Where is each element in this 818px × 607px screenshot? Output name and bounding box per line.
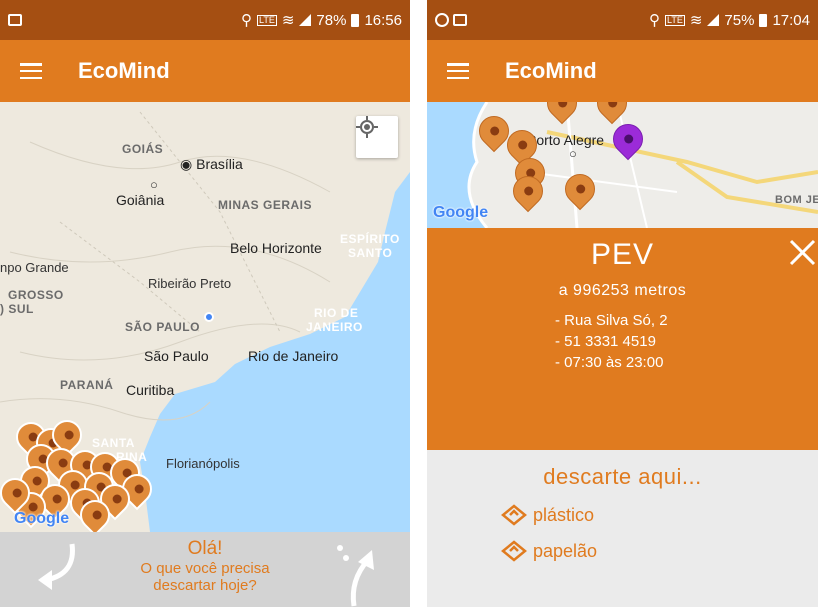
map-label-state: ) SUL bbox=[0, 302, 34, 316]
curved-arrow-left-icon bbox=[38, 543, 75, 590]
hamburger-icon[interactable] bbox=[447, 63, 469, 79]
hamburger-icon[interactable] bbox=[20, 63, 42, 79]
wifi-icon: ≋ bbox=[281, 12, 295, 29]
map-label-state: JANEIRO bbox=[306, 320, 363, 334]
map-label-text: Brasília bbox=[196, 156, 243, 172]
battery-icon bbox=[351, 13, 360, 27]
wifi-icon: ≋ bbox=[689, 12, 703, 29]
status-bar: ⚲ LTE ≋ 78% 16:56 bbox=[0, 0, 410, 40]
my-location-button[interactable] bbox=[356, 116, 398, 158]
recycle-icon bbox=[501, 540, 527, 562]
map-label-state: GROSSO bbox=[8, 288, 64, 302]
map-label-city: Curitiba bbox=[126, 382, 175, 398]
map-label-city: Belo Horizonte bbox=[230, 240, 322, 256]
map-label-state: PARANÁ bbox=[60, 378, 114, 392]
map-label-city: São Paulo bbox=[144, 348, 209, 364]
location-icon: ⚲ bbox=[649, 12, 660, 29]
pev-distance: a 996253 metros bbox=[558, 282, 687, 299]
map-label-city: Porto Alegre bbox=[527, 132, 605, 148]
lte-icon: LTE bbox=[665, 14, 685, 26]
left-phone-screen: ⚲ LTE ≋ 78% 16:56 EcoMind GOIÁS ◉ Brasíl… bbox=[0, 0, 410, 607]
map-label-state: MINAS GERAIS bbox=[218, 198, 313, 212]
map-label-dot: ○ bbox=[150, 177, 158, 192]
app-title: EcoMind bbox=[78, 58, 170, 83]
close-icon[interactable] bbox=[786, 236, 816, 266]
whatsapp-notification-icon bbox=[435, 13, 449, 27]
location-icon: ⚲ bbox=[241, 12, 252, 29]
app-bar: EcoMind bbox=[0, 40, 410, 102]
google-logo: Google bbox=[433, 204, 489, 221]
discard-panel: descarte aqui... plástico papelão bbox=[427, 450, 818, 607]
map-label-state: SÃO PAULO bbox=[125, 320, 200, 334]
map-label-city: BOM JES bbox=[775, 194, 818, 206]
pev-info: - Rua Silva Só, 2 - 51 3331 4519 - 07:30… bbox=[555, 310, 818, 373]
current-location-dot bbox=[204, 312, 214, 322]
lte-icon: LTE bbox=[257, 14, 277, 26]
recycle-icon bbox=[501, 504, 527, 526]
clock: 17:04 bbox=[772, 11, 810, 29]
pev-address: - Rua Silva Só, 2 bbox=[555, 312, 668, 329]
battery-percent: 75% bbox=[724, 11, 755, 29]
map-label-state: RIO DE bbox=[314, 306, 359, 320]
map-label-city: Goiânia bbox=[116, 192, 165, 208]
battery-icon bbox=[759, 13, 768, 27]
map-label-dot: ○ bbox=[569, 146, 577, 161]
google-logo: Google bbox=[14, 510, 70, 527]
battery-percent: 78% bbox=[316, 11, 347, 29]
discard-item-label: plástico bbox=[533, 504, 595, 525]
map-label-state: GOIÁS bbox=[122, 142, 164, 156]
my-location-icon bbox=[356, 116, 378, 138]
app-title: EcoMind bbox=[505, 58, 597, 83]
gallery-notification-icon bbox=[453, 14, 467, 26]
map-label-state: SANTO bbox=[348, 246, 393, 260]
map-view[interactable]: Porto Alegre ○ BOM JES Google bbox=[427, 102, 818, 228]
pev-detail-panel: PEV a 996253 metros - Rua Silva Só, 2 - … bbox=[427, 228, 818, 450]
map-label-state: SANTA bbox=[92, 436, 135, 450]
discard-item-papelao[interactable]: papelão bbox=[501, 540, 818, 562]
map-label-city: Florianópolis bbox=[166, 456, 240, 471]
app-bar: EcoMind bbox=[427, 40, 818, 102]
map-label-city: npo Grande bbox=[0, 260, 69, 275]
gallery-notification-icon bbox=[8, 14, 22, 26]
discard-item-plastico[interactable]: plástico bbox=[501, 504, 818, 526]
greeting-panel: Olá! O que você precisa descartar hoje? bbox=[0, 532, 410, 607]
pev-title: PEV bbox=[590, 238, 655, 271]
map-label-city: Rio de Janeiro bbox=[248, 348, 339, 364]
signal-icon bbox=[299, 14, 312, 26]
signal-icon bbox=[707, 14, 720, 26]
map-view[interactable]: GOIÁS ◉ Brasília ○ Goiânia MINAS GERAIS … bbox=[0, 102, 410, 532]
pev-phone: - 51 3331 4519 bbox=[555, 333, 656, 350]
map-label-city: ◉ Brasília bbox=[180, 156, 243, 172]
status-bar: ⚲ LTE ≋ 75% 17:04 bbox=[427, 0, 818, 40]
discard-title: descarte aqui... bbox=[543, 464, 702, 489]
discard-item-label: papelão bbox=[533, 540, 598, 561]
right-phone-screen: ⚲ LTE ≋ 75% 17:04 EcoMind Porto Alegre ○… bbox=[427, 0, 818, 607]
map-label-state: ESPÍRITO bbox=[340, 232, 400, 246]
curved-arrow-up-icon bbox=[337, 545, 374, 607]
clock: 16:56 bbox=[364, 11, 402, 29]
pev-hours: - 07:30 às 23:00 bbox=[555, 354, 664, 371]
map-label-city: Ribeirão Preto bbox=[148, 276, 232, 291]
